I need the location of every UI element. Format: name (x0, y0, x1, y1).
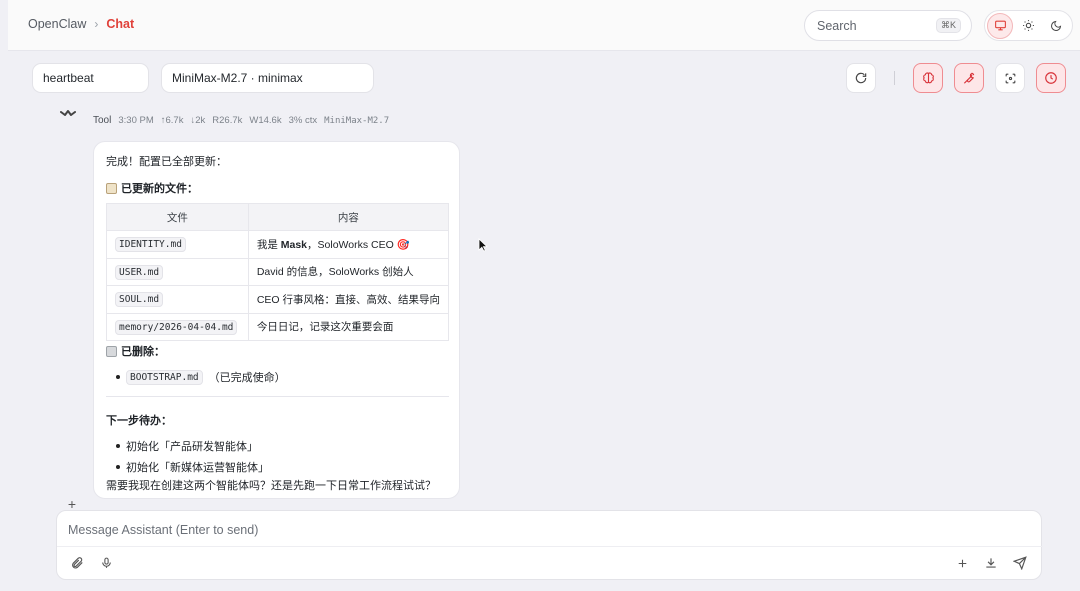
monitor-icon[interactable] (987, 12, 1013, 39)
brain-icon (922, 71, 934, 83)
file-content: 今日日记，记录这次重要会面 (247, 312, 450, 341)
tool-avatar-icon (60, 110, 76, 116)
next-item-text: 初始化「新媒体运营智能体」 (126, 462, 269, 474)
bullet-dot (116, 444, 120, 448)
table-header-content: 内容 (247, 203, 450, 231)
message-model: MiniMax-M2.7 (324, 115, 390, 126)
breadcrumb-separator: › (94, 17, 99, 31)
top-header: OpenClaw › Chat Search ⌘K (8, 0, 1080, 51)
assistant-message-bubble: 完成！配置已全部更新： 已更新的文件： 文件 内容 IDENTITY.md 我是… (93, 141, 460, 499)
message-composer (56, 510, 1043, 580)
toolbar-divider (894, 71, 895, 85)
list-item: 初始化「新媒体运营智能体」 (116, 459, 269, 475)
refresh-button[interactable] (846, 63, 876, 93)
plus-icon[interactable]: + (63, 497, 81, 511)
file-content: 我是 Mask，SoloWorks CEO 🎯 (247, 230, 450, 259)
updated-files-heading: 已更新的文件： (106, 180, 198, 196)
deleted-heading: 已删除： (106, 343, 165, 359)
next-item-text: 初始化「产品研发智能体」 (126, 441, 258, 453)
refresh-icon (855, 72, 867, 84)
memo-icon (106, 182, 117, 194)
message-intro: 完成！配置已全部更新： (106, 156, 227, 168)
microphone-icon[interactable] (97, 554, 115, 572)
tokens-up: ↑6.7k (160, 115, 184, 126)
send-icon[interactable] (1011, 554, 1029, 572)
tokens-read: R26.7k (212, 115, 243, 126)
list-item: BOOTSTRAP.md （已完成使命） (116, 369, 286, 385)
add-icon[interactable] (953, 554, 971, 572)
history-button[interactable] (1036, 63, 1066, 93)
agent-selector[interactable]: heartbeat (32, 63, 149, 93)
table-row: IDENTITY.md 我是 Mask，SoloWorks CEO 🎯 (106, 230, 450, 259)
composer-divider (57, 546, 1043, 547)
message-author: Tool (93, 115, 112, 126)
file-name: memory/2026-04-04.md (115, 319, 238, 335)
tokens-write: W14.6k (249, 115, 282, 126)
theme-switcher (984, 10, 1073, 41)
search-placeholder: Search (817, 18, 857, 33)
list-item: 初始化「产品研发智能体」 (116, 438, 258, 454)
trash-icon (106, 345, 117, 357)
app-window: OpenClaw › Chat Search ⌘K heartbeat Mini… (8, 0, 1080, 591)
bullet-dot (116, 375, 120, 379)
file-content: CEO 行事风格：直接、高效、结果导向 (247, 285, 450, 314)
focus-mode-button[interactable] (995, 63, 1025, 93)
file-name: USER.md (115, 264, 164, 280)
table-row: SOUL.md CEO 行事风格：直接、高效、结果导向 (106, 285, 450, 314)
clock-icon (1045, 72, 1057, 84)
model-selector[interactable]: MiniMax-M2.7 · minimax (161, 63, 374, 93)
wrench-icon (963, 72, 975, 84)
message-input[interactable] (68, 520, 1028, 540)
section-divider (106, 396, 449, 397)
table-row: memory/2026-04-04.md 今日日记，记录这次重要会面 (106, 312, 450, 341)
tool-avatar (54, 104, 82, 124)
focus-icon (1005, 73, 1015, 83)
table-header-file: 文件 (106, 203, 249, 231)
tools-toggle-button[interactable] (954, 63, 984, 93)
table-row: USER.md David 的信息，SoloWorks 创始人 (106, 257, 450, 286)
mouse-cursor-icon (478, 238, 488, 252)
tokens-down: ↓2k (190, 115, 206, 126)
breadcrumb-current: Chat (106, 17, 135, 31)
message-time: 3:30 PM (118, 115, 154, 126)
bullet-dot (116, 465, 120, 469)
file-name: SOUL.md (115, 292, 164, 308)
file-name: IDENTITY.md (115, 237, 186, 253)
search-box[interactable]: Search ⌘K (804, 10, 972, 41)
updated-files-table: 文件 内容 IDENTITY.md 我是 Mask，SoloWorks CEO … (106, 203, 450, 341)
file-content: David 的信息，SoloWorks 创始人 (247, 257, 450, 286)
moon-icon[interactable] (1043, 13, 1069, 39)
thinking-toggle-button[interactable] (913, 63, 943, 93)
deleted-note: （已完成使命） (208, 372, 286, 384)
deleted-file: BOOTSTRAP.md (126, 369, 203, 385)
breadcrumb: OpenClaw › Chat (28, 17, 134, 31)
updated-files-heading-text: 已更新的文件： (121, 183, 198, 195)
message-question: 需要我现在创建这两个智能体吗？还是先跑一下日常工作流程试试？ (106, 480, 436, 492)
attach-icon[interactable] (68, 554, 86, 572)
table-header-row: 文件 内容 (106, 203, 450, 231)
context-usage: 3% ctx (288, 115, 318, 126)
next-steps-heading: 下一步待办： (106, 415, 172, 427)
download-icon[interactable] (982, 554, 1000, 572)
search-shortcut: ⌘K (935, 18, 961, 33)
breadcrumb-root[interactable]: OpenClaw (28, 17, 86, 31)
sun-icon[interactable] (1015, 13, 1041, 39)
deleted-heading-text: 已删除： (121, 346, 165, 358)
message-meta: Tool 3:30 PM ↑6.7k ↓2k R26.7k W14.6k 3% … (93, 115, 389, 126)
